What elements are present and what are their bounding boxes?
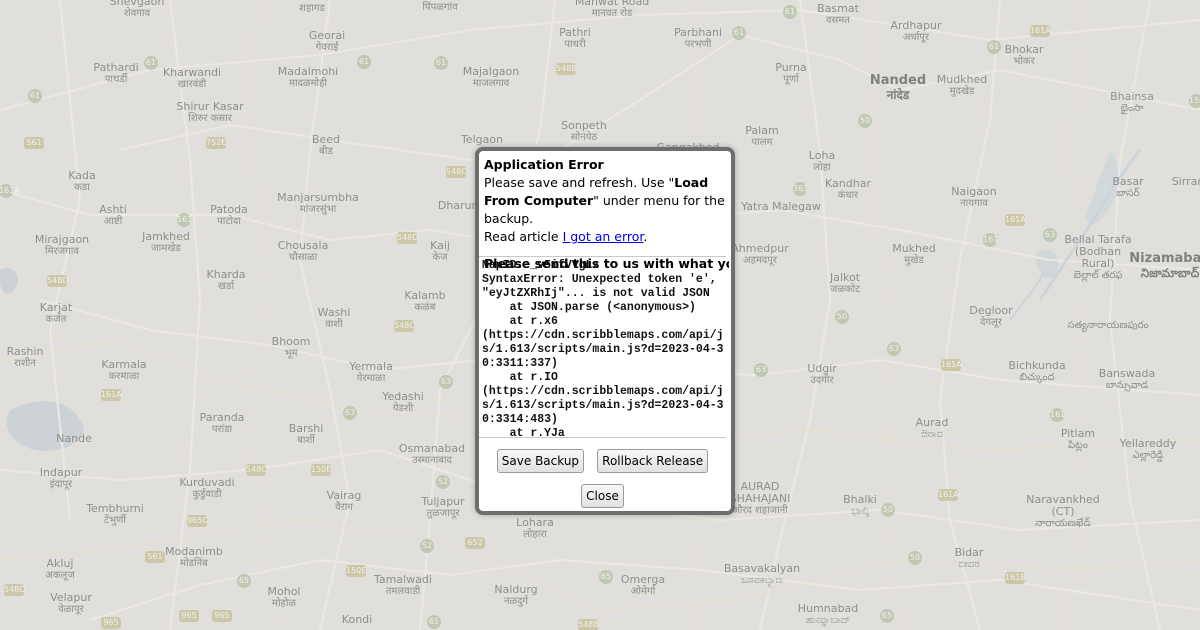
error-log-text[interactable]: MapID: _v5ifVVgLz SyntaxError: Unexpecte… bbox=[479, 257, 726, 437]
error-log-box[interactable]: MapID: _v5ifVVgLz SyntaxError: Unexpecte… bbox=[479, 256, 726, 438]
dialog-title: Application Error bbox=[484, 157, 604, 172]
article-suffix: . bbox=[643, 229, 648, 244]
rollback-release-button[interactable]: Rollback Release bbox=[597, 449, 709, 473]
save-backup-button[interactable]: Save Backup bbox=[496, 449, 585, 473]
application-error-dialog: Application Error Please save and refres… bbox=[475, 147, 735, 515]
dialog-message: Please save and refresh. Use "Load From … bbox=[484, 174, 729, 246]
article-prefix: Read article bbox=[484, 229, 563, 244]
dialog-actions: Save Backup Rollback Release bbox=[479, 449, 726, 473]
message-text: Please save and refresh. Use " bbox=[484, 175, 675, 190]
dialog-close-row: Close bbox=[479, 484, 726, 508]
article-link[interactable]: I got an error bbox=[563, 229, 644, 244]
close-button[interactable]: Close bbox=[581, 484, 624, 508]
